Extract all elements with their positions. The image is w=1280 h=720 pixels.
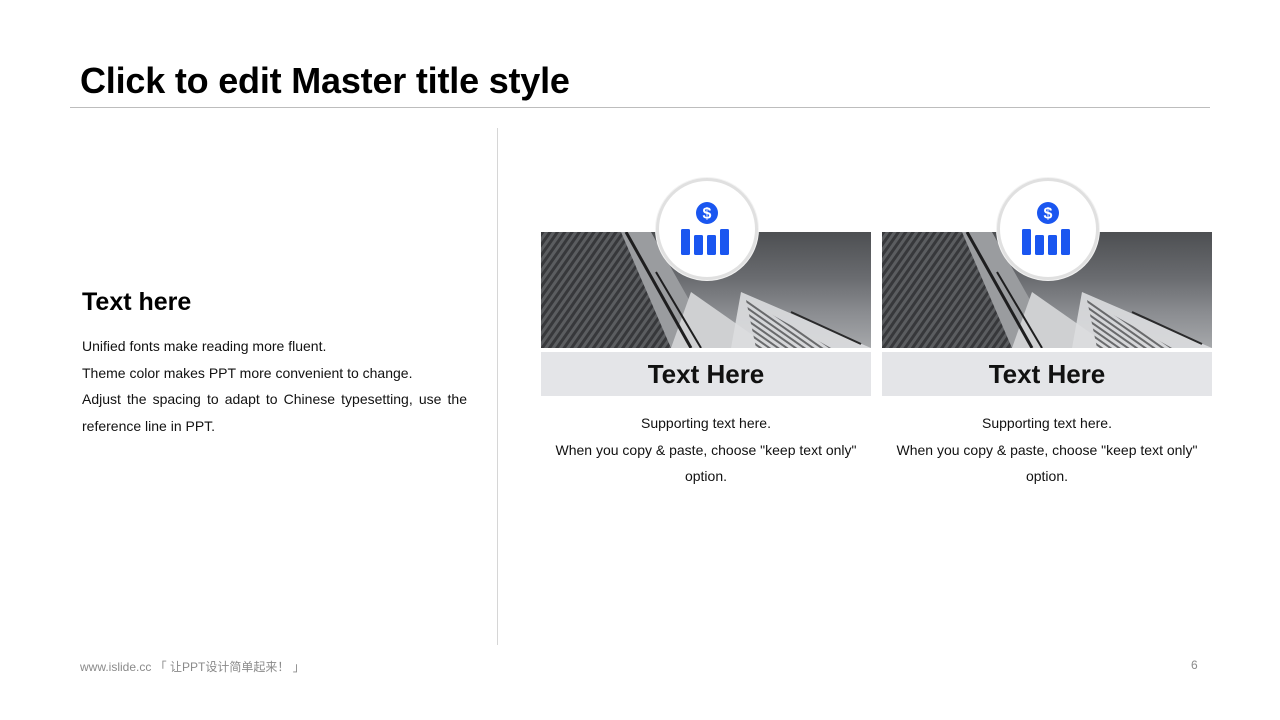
slide-title[interactable]: Click to edit Master title style [80,60,570,102]
left-heading[interactable]: Text here [82,288,467,317]
card-supporting-text: Supporting text here. When you copy & pa… [541,410,871,490]
left-paragraph-2[interactable]: Theme color makes PPT more convenient to… [82,360,467,387]
card-icon-badge: $ [997,178,1099,280]
page-number: 6 [1191,658,1198,672]
card-supporting-text: Supporting text here. When you copy & pa… [882,410,1212,490]
left-paragraph-1[interactable]: Unified fonts make reading more fluent. [82,333,467,360]
dollar-bar-chart-icon: $ [681,202,729,255]
card-line-1[interactable]: Supporting text here. [882,410,1212,437]
card-title-band: Text Here [882,352,1212,396]
feature-card-1: Text Here $ Supporting text here. When y… [541,178,873,498]
card-line-2[interactable]: When you copy & paste, choose "keep text… [541,437,871,490]
dollar-bar-chart-icon: $ [1022,202,1070,255]
card-line-1[interactable]: Supporting text here. [541,410,871,437]
footer-text: www.islide.cc 「 让PPT设计简单起来！ 」 [80,660,305,674]
card-title[interactable]: Text Here [989,359,1106,390]
svg-text:$: $ [703,206,712,223]
column-divider [497,128,498,645]
card-title[interactable]: Text Here [648,359,765,390]
svg-text:$: $ [1044,206,1053,223]
card-title-band: Text Here [541,352,871,396]
left-paragraph-3[interactable]: Adjust the spacing to adapt to Chinese t… [82,386,467,439]
title-divider [70,107,1210,108]
card-icon-badge: $ [656,178,758,280]
left-text-block[interactable]: Text here Unified fonts make reading mor… [82,288,467,439]
feature-card-2: Text Here $ Supporting text here. When y… [882,178,1214,498]
card-line-2[interactable]: When you copy & paste, choose "keep text… [882,437,1212,490]
